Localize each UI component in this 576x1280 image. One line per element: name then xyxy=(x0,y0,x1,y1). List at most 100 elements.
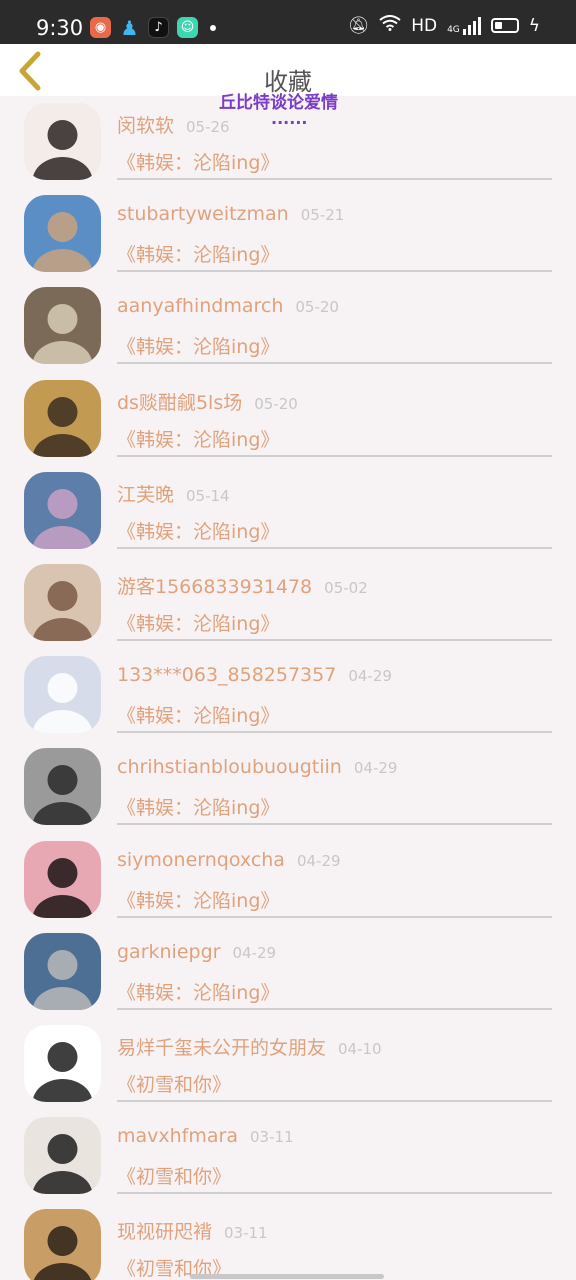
row-divider xyxy=(117,454,552,457)
avatar[interactable] xyxy=(24,932,101,1010)
user-name[interactable]: aanyafhindmarch xyxy=(117,295,283,317)
favorite-date: 05-21 xyxy=(300,206,345,225)
status-time: 9:30 xyxy=(36,16,84,40)
book-title[interactable]: 《韩娱：沦陷ing》 xyxy=(117,609,279,636)
user-line: 闵软软 05-26 xyxy=(117,111,230,138)
home-indicator[interactable] xyxy=(190,1274,384,1279)
favorite-row[interactable]: 现视研咫褙 03-11 《初雪和你》 xyxy=(0,1202,576,1280)
app-notification-icon: ◉ xyxy=(90,17,111,38)
user-line: 易烊千玺未公开的女朋友 04-10 xyxy=(117,1033,382,1060)
favorite-date: 04-10 xyxy=(338,1039,382,1058)
row-divider xyxy=(117,1192,552,1195)
user-name[interactable]: garkniepgr xyxy=(117,941,220,963)
book-title[interactable]: 《初雪和你》 xyxy=(117,1070,231,1097)
avatar[interactable] xyxy=(24,840,101,918)
avatar[interactable] xyxy=(24,1209,101,1280)
book-title[interactable]: 《韩娱：沦陷ing》 xyxy=(117,148,279,175)
favorite-row[interactable]: 江芙晚 05-14 《韩娱：沦陷ing》 xyxy=(0,465,576,557)
row-divider xyxy=(117,270,552,273)
book-title[interactable]: 《韩娱：沦陷ing》 xyxy=(117,886,279,913)
row-divider xyxy=(117,915,552,918)
book-title[interactable]: 《韩娱：沦陷ing》 xyxy=(117,332,279,359)
notification-icons: ◉ ♟ ♪ ☺ xyxy=(90,15,216,40)
row-divider xyxy=(117,731,552,734)
favorite-date: 03-11 xyxy=(249,1128,294,1147)
avatar[interactable] xyxy=(24,656,101,734)
avatar[interactable] xyxy=(24,1117,101,1195)
user-name[interactable]: chrihstianbloubuougtiin xyxy=(117,756,342,778)
tiktok-icon: ♪ xyxy=(148,17,169,38)
row-divider xyxy=(117,178,552,180)
user-name[interactable]: 游客1566833931478 xyxy=(117,576,312,598)
favorite-date: 04-29 xyxy=(348,667,392,686)
favorite-row[interactable]: 闵软软 05-26 《韩娱：沦陷ing》 xyxy=(0,96,576,188)
user-line: 江芙晚 05-14 xyxy=(117,480,230,507)
favorite-date: 03-11 xyxy=(224,1224,268,1243)
favorite-row[interactable]: mavxhfmara 03-11 《初雪和你》 xyxy=(0,1110,576,1202)
favorite-date: 05-14 xyxy=(186,486,230,505)
favorite-row[interactable]: ds赕酣觎5ls场 05-20 《韩娱：沦陷ing》 xyxy=(0,373,576,465)
avatar[interactable] xyxy=(24,379,101,457)
row-divider xyxy=(117,638,552,641)
book-title[interactable]: 《韩娱：沦陷ing》 xyxy=(117,240,279,267)
user-name[interactable]: 易烊千玺未公开的女朋友 xyxy=(117,1037,326,1059)
signal-icon: 4G xyxy=(447,16,481,35)
avatar[interactable] xyxy=(24,103,101,180)
user-line: stubartyweitzman 05-21 xyxy=(117,203,344,225)
system-icons: 🔕︎ HD 4G ϟ xyxy=(348,15,540,36)
avatar[interactable] xyxy=(24,287,101,365)
user-line: 游客1566833931478 05-02 xyxy=(117,572,368,599)
user-name[interactable]: 133***063_858257357 xyxy=(117,664,336,686)
game-app-icon: ☺ xyxy=(177,17,198,38)
row-divider xyxy=(117,823,552,826)
favorite-row[interactable]: 易烊千玺未公开的女朋友 04-10 《初雪和你》 xyxy=(0,1018,576,1110)
user-line: 133***063_858257357 04-29 xyxy=(117,664,392,686)
user-name[interactable]: 江芙晚 xyxy=(117,484,174,506)
avatar[interactable] xyxy=(24,748,101,826)
book-title[interactable]: 《韩娱：沦陷ing》 xyxy=(117,517,279,544)
favorite-date: 05-20 xyxy=(295,298,339,317)
favorite-row[interactable]: garkniepgr 04-29 《韩娱：沦陷ing》 xyxy=(0,926,576,1018)
book-title[interactable]: 《韩娱：沦陷ing》 xyxy=(117,978,279,1005)
book-title[interactable]: 《韩娱：沦陷ing》 xyxy=(117,793,279,820)
book-title[interactable]: 《韩娱：沦陷ing》 xyxy=(117,425,279,452)
avatar[interactable] xyxy=(24,1024,101,1102)
favorite-row[interactable]: stubartyweitzman 05-21 《韩娱：沦陷ing》 xyxy=(0,188,576,280)
user-line: ds赕酣觎5ls场 05-20 xyxy=(117,388,298,415)
favorite-row[interactable]: aanyafhindmarch 05-20 《韩娱：沦陷ing》 xyxy=(0,280,576,372)
charging-icon: ϟ xyxy=(528,15,540,36)
favorite-date: 05-20 xyxy=(254,394,298,413)
more-notifications-dot xyxy=(210,24,216,31)
user-name[interactable]: 现视研咫褙 xyxy=(117,1221,212,1243)
avatar[interactable] xyxy=(24,195,101,273)
favorite-date: 04-29 xyxy=(296,851,341,870)
user-name[interactable]: 闵软软 xyxy=(117,115,174,137)
user-line: siymonernqoxcha 04-29 xyxy=(117,849,341,871)
avatar[interactable] xyxy=(24,471,101,549)
favorite-date: 04-29 xyxy=(232,943,277,962)
mute-icon: 🔕︎ xyxy=(347,15,370,36)
favorite-row[interactable]: 游客1566833931478 05-02 《韩娱：沦陷ing》 xyxy=(0,557,576,649)
favorites-list: 闵软软 05-26 《韩娱：沦陷ing》 stubartyweitzman 05-21 《… xyxy=(0,96,576,1280)
favorite-row[interactable]: chrihstianbloubuougtiin 04-29 《韩娱：沦陷ing》 xyxy=(0,741,576,833)
user-line: mavxhfmara 03-11 xyxy=(117,1125,294,1147)
user-line: garkniepgr 04-29 xyxy=(117,941,276,963)
avatar[interactable] xyxy=(24,563,101,641)
user-name[interactable]: stubartyweitzman xyxy=(117,203,289,225)
book-title[interactable]: 《初雪和你》 xyxy=(117,1162,231,1189)
favorite-row[interactable]: 133***063_858257357 04-29 《韩娱：沦陷ing》 xyxy=(0,649,576,741)
favorite-row[interactable]: siymonernqoxcha 04-29 《韩娱：沦陷ing》 xyxy=(0,834,576,926)
book-title[interactable]: 《韩娱：沦陷ing》 xyxy=(117,701,279,728)
user-line: aanyafhindmarch 05-20 xyxy=(117,295,339,317)
cellular-type: 4G xyxy=(447,24,460,35)
row-divider xyxy=(117,1099,552,1102)
favorite-date: 04-29 xyxy=(353,759,398,778)
user-name[interactable]: siymonernqoxcha xyxy=(117,849,285,871)
user-name[interactable]: mavxhfmara xyxy=(117,1125,238,1147)
user-line: chrihstianbloubuougtiin 04-29 xyxy=(117,756,397,778)
qq-icon: ♟ xyxy=(120,15,139,40)
row-divider xyxy=(117,546,552,549)
wifi-icon xyxy=(379,15,401,36)
top-nav-bar: 收藏 丘比特谈论爱情 ...... xyxy=(0,44,576,127)
user-name[interactable]: ds赕酣觎5ls场 xyxy=(117,392,242,414)
